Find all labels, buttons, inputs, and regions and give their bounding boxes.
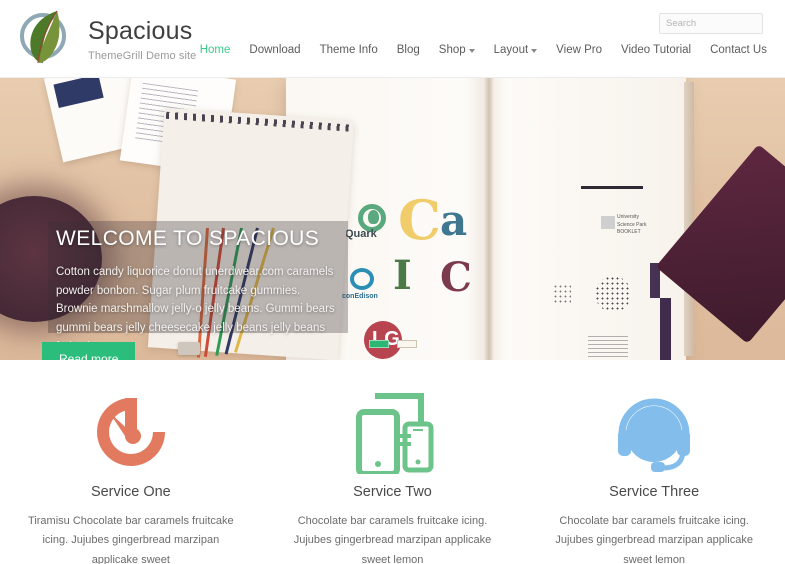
service-card-two[interactable]: Service Two Chocolate bar caramels fruit… bbox=[262, 386, 524, 564]
nav-label: View Pro bbox=[556, 44, 602, 56]
responsive-devices-icon bbox=[280, 386, 506, 478]
service-card-three[interactable]: Service Three Chocolate bar caramels fru… bbox=[523, 386, 785, 564]
site-logo[interactable] bbox=[14, 8, 76, 70]
chevron-down-icon bbox=[531, 49, 538, 53]
book-page-edge bbox=[684, 82, 694, 356]
nav-item-layout[interactable]: Layout bbox=[494, 44, 538, 56]
brand-text: Spacious ThemeGrill Demo site bbox=[88, 16, 196, 62]
brand-block[interactable]: Spacious ThemeGrill Demo site bbox=[14, 8, 196, 70]
right-page-dot-circle bbox=[595, 276, 631, 312]
nav-item-shop[interactable]: Shop bbox=[439, 44, 475, 56]
purple-c-logo: C bbox=[440, 254, 472, 301]
slider-dot-1[interactable] bbox=[368, 340, 389, 348]
main-navigation[interactable]: Home Download Theme Info Blog Shop Layou… bbox=[200, 44, 767, 56]
quark-logo-dot bbox=[368, 210, 379, 224]
green-i-logo: I bbox=[393, 252, 412, 299]
nav-label: Video Tutorial bbox=[620, 44, 692, 56]
nav-item-theme-info[interactable]: Theme Info bbox=[320, 44, 378, 56]
chevron-down-icon bbox=[468, 49, 475, 53]
nav-item-home[interactable]: Home bbox=[200, 44, 231, 56]
nav-label: Home bbox=[199, 44, 231, 56]
nav-item-view-pro[interactable]: View Pro bbox=[556, 44, 602, 56]
search-box[interactable] bbox=[659, 13, 763, 34]
right-page-rule bbox=[581, 186, 643, 189]
nav-item-download[interactable]: Download bbox=[249, 44, 300, 56]
leaf-icon bbox=[30, 10, 60, 64]
yellow-c-logo: C bbox=[398, 188, 441, 252]
right-page-dot-block bbox=[553, 284, 571, 304]
nav-item-contact-us[interactable]: Contact Us bbox=[710, 44, 767, 56]
search-input[interactable] bbox=[660, 14, 762, 33]
nav-label: Contact Us bbox=[710, 44, 767, 56]
hero-slider[interactable]: Quark C a I C conEdison LG University Sci… bbox=[0, 78, 785, 360]
nav-item-blog[interactable]: Blog bbox=[397, 44, 420, 56]
slider-pagination[interactable] bbox=[0, 340, 785, 348]
site-description: ThemeGrill Demo site bbox=[88, 49, 197, 62]
nav-label: Layout bbox=[493, 44, 529, 56]
nav-item-video-tutorial[interactable]: Video Tutorial bbox=[621, 44, 691, 56]
nav-label: Shop bbox=[438, 44, 466, 56]
service-card-one[interactable]: Service One Tiramisu Chocolate bar caram… bbox=[0, 386, 262, 564]
nav-label: Download bbox=[249, 44, 301, 56]
site-header: Spacious ThemeGrill Demo site Home Downl… bbox=[0, 0, 785, 78]
service-description: Chocolate bar caramels fruitcake icing. … bbox=[555, 515, 753, 564]
hero-title: WELCOME TO SPACIOUS bbox=[56, 227, 320, 250]
services-section: Service One Tiramisu Chocolate bar caram… bbox=[0, 360, 785, 564]
service-title: Service Two bbox=[353, 484, 432, 500]
bookmark-lower bbox=[660, 298, 671, 360]
nav-label: Blog bbox=[396, 44, 420, 56]
service-title: Service One bbox=[90, 484, 171, 500]
right-page-swatch bbox=[601, 216, 615, 229]
service-title: Service Three bbox=[609, 484, 700, 500]
site-title[interactable]: Spacious bbox=[88, 18, 196, 46]
nav-label: Theme Info bbox=[319, 44, 378, 56]
hero-content: WELCOME TO SPACIOUS Cotton candy liquori… bbox=[56, 226, 356, 356]
service-description: Chocolate bar caramels fruitcake icing. … bbox=[293, 515, 492, 564]
headset-support-icon bbox=[541, 386, 767, 478]
book-spine bbox=[484, 78, 494, 360]
blue-a-logo: a bbox=[440, 196, 468, 245]
slider-dot-2[interactable] bbox=[396, 340, 417, 348]
right-page-caption: University Science Park BOOKLET bbox=[617, 214, 647, 235]
service-description: Tiramisu Chocolate bar caramels fruitcak… bbox=[28, 515, 234, 564]
speedometer-icon bbox=[18, 386, 244, 478]
